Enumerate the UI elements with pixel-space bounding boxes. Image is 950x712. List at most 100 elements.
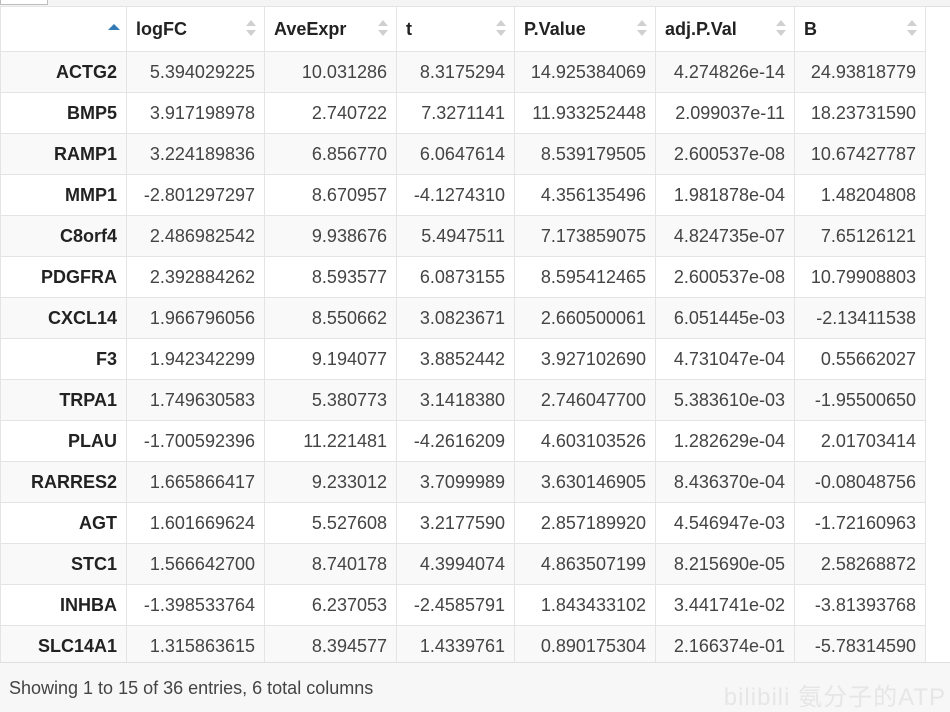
table-cell: -2.4585791 (396, 584, 515, 626)
table-cell: 0.890175304 (514, 625, 656, 662)
table-row[interactable]: RAMP1 3.224189836 6.856770 6.0647614 8.53917… (0, 133, 926, 175)
table-cell: 8.740178 (264, 543, 397, 585)
table-cell: 3.917198978 (126, 92, 265, 134)
table-row[interactable]: BMP5 3.917198978 2.740722 7.3271141 11.93325… (0, 92, 926, 134)
table-cell: 4.824735e-07 (655, 215, 795, 257)
table-row[interactable]: CXCL14 1.966796056 8.550662 3.0823671 2.6605… (0, 297, 926, 339)
table-scroll-area[interactable]: logFC AveExpr t P.Value adj.P.Val B ACTG… (0, 6, 950, 662)
table-row[interactable]: PDGFRA 2.392884262 8.593577 6.0873155 8.5954… (0, 256, 926, 298)
row-name-cell: SLC14A1 (0, 625, 127, 662)
table-row[interactable]: INHBA -1.398533764 6.237053 -2.4585791 1.843… (0, 584, 926, 626)
table-row[interactable]: RARRES2 1.665866417 9.233012 3.7099989 3.630… (0, 461, 926, 503)
table-row[interactable]: AGT 1.601669624 5.527608 3.2177590 2.8571899… (0, 502, 926, 544)
table-cell: 7.65126121 (794, 215, 926, 257)
table-cell: 10.79908803 (794, 256, 926, 298)
row-name-cell: PDGFRA (0, 256, 127, 298)
table-body: ACTG2 5.394029225 10.031286 8.3175294 14.925… (0, 51, 926, 662)
table-cell: -2.801297297 (126, 174, 265, 216)
table-cell: 4.546947e-03 (655, 502, 795, 544)
table-cell: 8.3175294 (396, 51, 515, 93)
table-cell: -4.2616209 (396, 420, 515, 462)
table-cell: 5.394029225 (126, 51, 265, 93)
table-cell: 6.856770 (264, 133, 397, 175)
row-name-cell: MMP1 (0, 174, 127, 216)
watermark: bilibili 氨分子的ATP (723, 684, 946, 711)
row-name-cell: RAMP1 (0, 133, 127, 175)
table-cell: 4.863507199 (514, 543, 656, 585)
table-cell: 8.595412465 (514, 256, 656, 298)
row-name-cell: ACTG2 (0, 51, 127, 93)
top-tab-stub[interactable] (0, 0, 48, 5)
table-cell: 2.660500061 (514, 297, 656, 339)
sort-ascending-icon (108, 20, 120, 38)
table-cell: 4.356135496 (514, 174, 656, 216)
table-cell: 1.566642700 (126, 543, 265, 585)
table-cell: 10.031286 (264, 51, 397, 93)
table-cell: 1.48204808 (794, 174, 926, 216)
table-cell: 2.746047700 (514, 379, 656, 421)
column-header-rownames[interactable] (0, 6, 127, 52)
row-name-cell: INHBA (0, 584, 127, 626)
column-header-aveexpr[interactable]: AveExpr (264, 6, 397, 52)
table-row[interactable]: C8orf4 2.486982542 9.938676 5.4947511 7.1738… (0, 215, 926, 257)
table-cell: 5.383610e-03 (655, 379, 795, 421)
table-cell: 1.966796056 (126, 297, 265, 339)
table-cell: 3.224189836 (126, 133, 265, 175)
column-header-t[interactable]: t (396, 6, 515, 52)
row-name-cell: TRPA1 (0, 379, 127, 421)
sort-icon (496, 20, 506, 38)
table-cell: 3.630146905 (514, 461, 656, 503)
table-cell: 4.274826e-14 (655, 51, 795, 93)
column-header-b[interactable]: B (794, 6, 926, 52)
table-cell: 2.01703414 (794, 420, 926, 462)
table-header-row: logFC AveExpr t P.Value adj.P.Val B (0, 6, 926, 52)
column-header-pvalue[interactable]: P.Value (514, 6, 656, 52)
sort-icon (637, 20, 647, 38)
table-cell: 1.942342299 (126, 338, 265, 380)
column-header-adjpval[interactable]: adj.P.Val (655, 6, 795, 52)
table-cell: 2.600537e-08 (655, 256, 795, 298)
table-cell: 3.2177590 (396, 502, 515, 544)
table-cell: 24.93818779 (794, 51, 926, 93)
table-cell: 1.282629e-04 (655, 420, 795, 462)
table-cell: 6.0647614 (396, 133, 515, 175)
table-cell: 1.665866417 (126, 461, 265, 503)
table-cell: 2.166374e-01 (655, 625, 795, 662)
table-cell: 5.527608 (264, 502, 397, 544)
table-cell: 6.237053 (264, 584, 397, 626)
table-row[interactable]: ACTG2 5.394029225 10.031286 8.3175294 14.925… (0, 51, 926, 93)
table-cell: 2.740722 (264, 92, 397, 134)
sort-icon (378, 20, 388, 38)
table-cell: 3.0823671 (396, 297, 515, 339)
table-cell: 0.55662027 (794, 338, 926, 380)
table-cell: 2.099037e-11 (655, 92, 795, 134)
table-info-text: Showing 1 to 15 of 36 entries, 6 total c… (9, 678, 374, 698)
sort-icon (907, 20, 917, 38)
table-row[interactable]: TRPA1 1.749630583 5.380773 3.1418380 2.74604… (0, 379, 926, 421)
table-cell: -3.81393768 (794, 584, 926, 626)
table-row[interactable]: SLC14A1 1.315863615 8.394577 1.4339761 0.890… (0, 625, 926, 662)
table-cell: 8.670957 (264, 174, 397, 216)
table-cell: 14.925384069 (514, 51, 656, 93)
row-name-cell: BMP5 (0, 92, 127, 134)
table-cell: 3.8852442 (396, 338, 515, 380)
table-row[interactable]: STC1 1.566642700 8.740178 4.3994074 4.863507… (0, 543, 926, 585)
table-row[interactable]: F3 1.942342299 9.194077 3.8852442 3.92710269… (0, 338, 926, 380)
table-row[interactable]: PLAU -1.700592396 11.221481 -4.2616209 4.603… (0, 420, 926, 462)
table-cell: 8.539179505 (514, 133, 656, 175)
table-cell: 4.3994074 (396, 543, 515, 585)
table-cell: 8.215690e-05 (655, 543, 795, 585)
table-row[interactable]: MMP1 -2.801297297 8.670957 -4.1274310 4.3561… (0, 174, 926, 216)
table-cell: -2.13411538 (794, 297, 926, 339)
column-header-logfc[interactable]: logFC (126, 6, 265, 52)
table-cell: -1.700592396 (126, 420, 265, 462)
table-cell: 2.392884262 (126, 256, 265, 298)
table-cell: 2.857189920 (514, 502, 656, 544)
row-name-cell: C8orf4 (0, 215, 127, 257)
table-cell: 18.23731590 (794, 92, 926, 134)
table-cell: 2.486982542 (126, 215, 265, 257)
table-cell: 7.3271141 (396, 92, 515, 134)
table-cell: 11.221481 (264, 420, 397, 462)
table-cell: 9.233012 (264, 461, 397, 503)
row-name-cell: RARRES2 (0, 461, 127, 503)
